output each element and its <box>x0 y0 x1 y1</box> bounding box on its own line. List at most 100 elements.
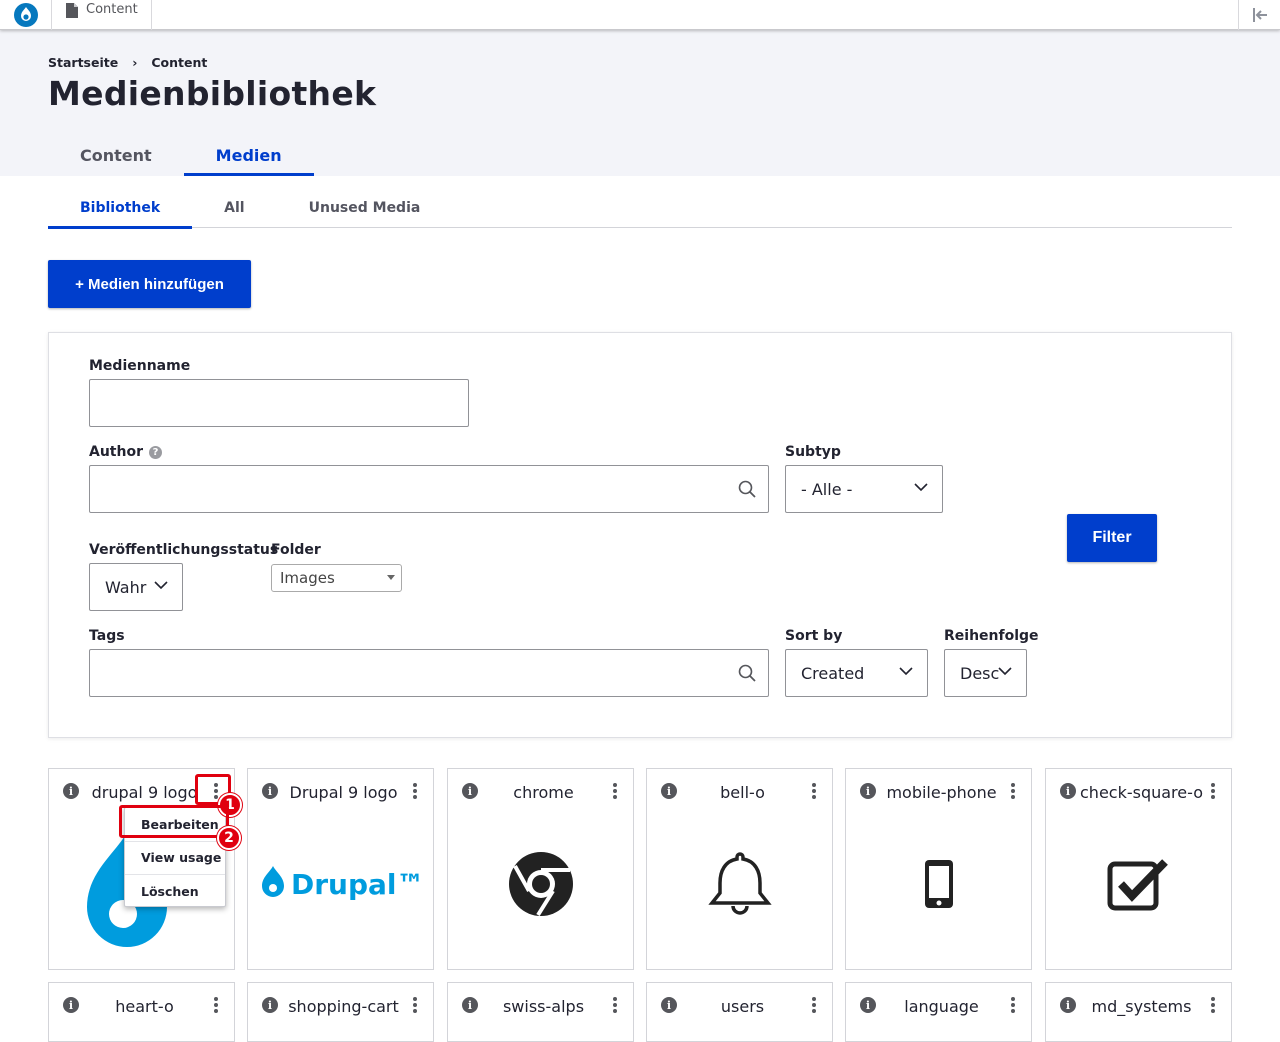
breadcrumb: Startseite › Content <box>48 55 207 70</box>
kebab-menu-icon[interactable] <box>1008 781 1018 801</box>
mobile-phone-icon <box>846 829 1031 939</box>
order-select[interactable]: Desc <box>944 649 1027 697</box>
tab-all[interactable]: All <box>192 188 276 228</box>
media-card[interactable]: i users <box>646 982 833 1042</box>
info-icon[interactable]: i <box>1060 783 1076 799</box>
subtyp-select[interactable]: - Alle - <box>785 465 943 513</box>
media-card-name: heart-o <box>115 997 174 1016</box>
media-card-name: swiss-alps <box>502 997 585 1016</box>
media-card-name: users <box>720 997 765 1016</box>
drupal-home-icon[interactable] <box>0 0 52 30</box>
medienname-label: Medienname <box>89 358 191 374</box>
tab-bibliothek[interactable]: Bibliothek <box>48 188 193 229</box>
kebab-menu-icon[interactable] <box>1208 995 1218 1015</box>
folder-value: Images <box>280 569 335 587</box>
secondary-tabs: Bibliothek All Unused Media <box>48 188 1232 229</box>
primary-tabs: Content Medien <box>48 134 314 176</box>
status-value: Wahr <box>105 577 147 597</box>
filter-button[interactable]: Filter <box>1067 514 1157 562</box>
toolbar-content-link[interactable]: Content <box>52 0 152 30</box>
info-icon[interactable]: i <box>262 783 278 799</box>
breadcrumb-home[interactable]: Startseite <box>48 55 118 70</box>
help-icon[interactable]: ? <box>148 445 162 459</box>
caret-down-icon <box>387 575 395 580</box>
add-media-button[interactable]: + Medien hinzufügen <box>48 260 251 308</box>
media-card-name: Drupal 9 logo <box>289 783 398 802</box>
sortby-value: Created <box>801 663 865 683</box>
media-card-name: check-square-o <box>1080 783 1203 802</box>
tab-medien[interactable]: Medien <box>183 134 314 176</box>
chevron-down-icon <box>998 667 1012 676</box>
filter-panel: Medienname Author? Subtyp - Alle - Filte… <box>48 332 1232 738</box>
tab-content[interactable]: Content <box>48 134 184 176</box>
media-card-name: drupal 9 logo <box>91 783 198 802</box>
step-badge-2: 2 <box>217 826 241 850</box>
kebab-menu-icon[interactable] <box>410 995 420 1015</box>
media-card[interactable]: i mobile-phone <box>845 768 1032 970</box>
kebab-menu-icon[interactable] <box>610 781 620 801</box>
info-icon[interactable]: i <box>860 783 876 799</box>
status-select[interactable]: Wahr <box>89 563 183 611</box>
media-card[interactable]: i bell-o <box>646 768 833 970</box>
svg-text:Drupal™: Drupal™ <box>291 868 423 901</box>
kebab-menu-icon[interactable] <box>809 781 819 801</box>
order-value: Desc <box>960 663 1000 683</box>
author-label: Author <box>89 444 143 460</box>
info-icon[interactable]: i <box>1060 997 1076 1013</box>
media-card[interactable]: i chrome <box>447 768 634 970</box>
author-input[interactable] <box>89 465 769 513</box>
sortby-select[interactable]: Created <box>785 649 928 697</box>
media-card[interactable]: i Drupal 9 logo Drupal™ <box>247 768 434 970</box>
tab-unused-media[interactable]: Unused Media <box>277 188 453 228</box>
media-card-name: shopping-cart <box>288 997 399 1016</box>
kebab-menu-icon[interactable] <box>410 781 420 801</box>
document-icon <box>66 3 78 18</box>
tags-input[interactable] <box>89 649 769 697</box>
page-header: Startseite › Content Medienbibliothek Co… <box>0 30 1280 176</box>
tags-label: Tags <box>89 628 125 644</box>
info-icon[interactable]: i <box>860 997 876 1013</box>
bell-icon <box>647 829 832 939</box>
media-card-name: md_systems <box>1091 997 1192 1016</box>
status-label: Veröffentlichungsstatus <box>89 542 279 558</box>
media-card[interactable]: i md_systems <box>1045 982 1232 1042</box>
chrome-icon <box>448 829 633 939</box>
media-card[interactable]: i check-square-o <box>1045 768 1232 970</box>
kebab-menu-icon[interactable] <box>211 995 221 1015</box>
kebab-menu-icon[interactable] <box>1008 995 1018 1015</box>
author-label-wrap: Author? <box>89 444 162 460</box>
kebab-menu-icon[interactable] <box>1208 781 1218 801</box>
breadcrumb-current[interactable]: Content <box>151 55 207 70</box>
subtyp-value: - Alle - <box>801 479 853 499</box>
media-card-name: chrome <box>513 783 574 802</box>
media-card[interactable]: i swiss-alps <box>447 982 634 1042</box>
search-icon <box>738 664 756 682</box>
toolbar-collapse-icon[interactable] <box>1238 0 1280 30</box>
menu-item-view-usage[interactable]: View usage <box>125 841 225 875</box>
folder-label: Folder <box>271 542 321 558</box>
kebab-menu-icon[interactable] <box>610 995 620 1015</box>
medienname-input[interactable] <box>89 379 469 427</box>
chevron-down-icon <box>154 581 168 590</box>
media-card[interactable]: i language <box>845 982 1032 1042</box>
info-icon[interactable]: i <box>262 997 278 1013</box>
info-icon[interactable]: i <box>63 997 79 1013</box>
menu-item-loeschen[interactable]: Löschen <box>125 874 225 908</box>
media-card[interactable]: i shopping-cart <box>247 982 434 1042</box>
info-icon[interactable]: i <box>63 783 79 799</box>
folder-select[interactable]: Images <box>271 564 402 592</box>
media-card-name: bell-o <box>720 783 765 802</box>
info-icon[interactable]: i <box>462 997 478 1013</box>
chevron-down-icon <box>914 483 928 492</box>
toolbar-content-label: Content <box>86 2 138 17</box>
info-icon[interactable]: i <box>661 783 677 799</box>
info-icon[interactable]: i <box>661 997 677 1013</box>
chevron-down-icon <box>899 667 913 676</box>
admin-toolbar: Content <box>0 0 1280 30</box>
kebab-menu-icon[interactable] <box>809 995 819 1015</box>
highlight-bearbeiten <box>119 805 229 838</box>
subtyp-label: Subtyp <box>785 444 841 460</box>
drupal-wordmark-logo-icon: Drupal™ <box>248 829 433 939</box>
media-card[interactable]: i heart-o <box>48 982 235 1042</box>
info-icon[interactable]: i <box>462 783 478 799</box>
